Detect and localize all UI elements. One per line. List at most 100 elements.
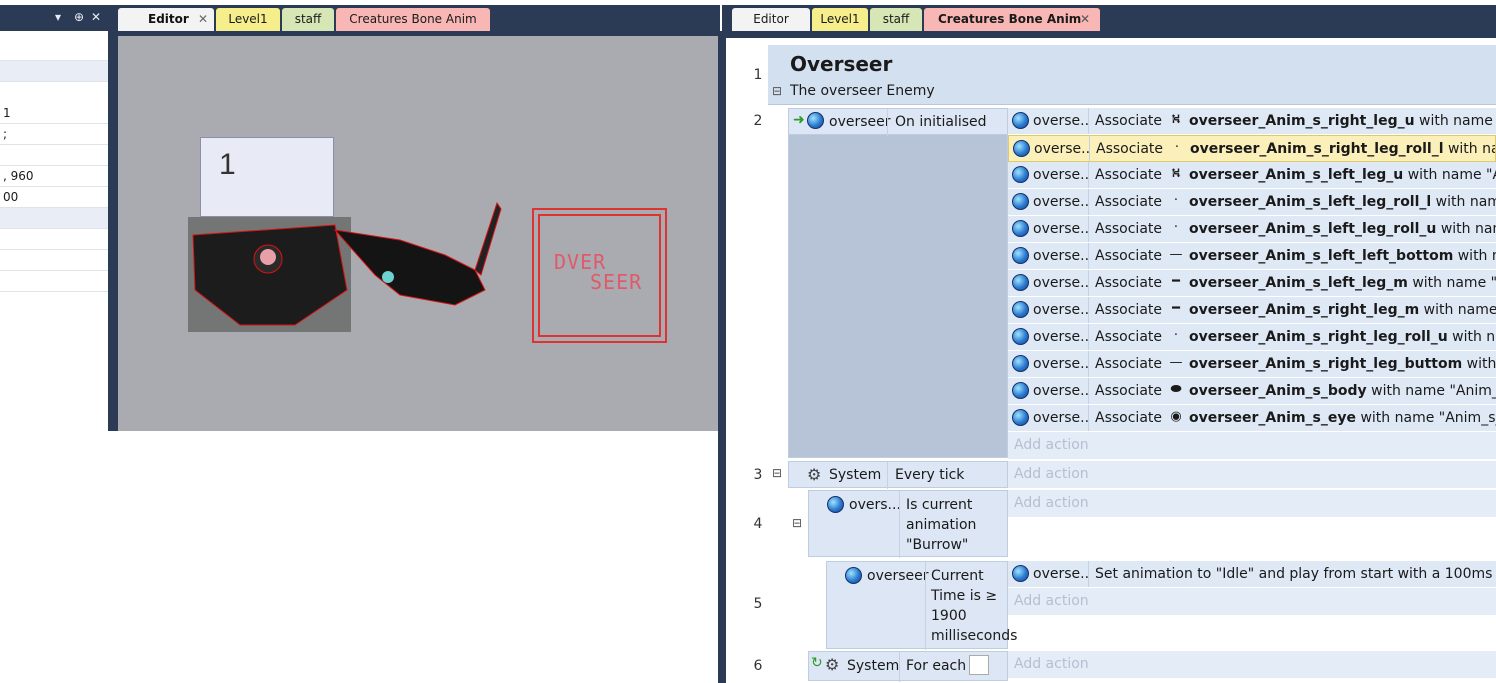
action-object: overse... — [1033, 221, 1088, 237]
overseer-globe-icon — [1012, 220, 1029, 237]
condition-text: Time is ≥ — [931, 588, 998, 604]
collapse-icon[interactable]: ⊟ — [772, 84, 782, 98]
action-object: overse... — [1033, 113, 1088, 129]
sprite-thumbnail-icon: · — [1173, 193, 1179, 208]
line-number: 5 — [753, 596, 763, 612]
sprite-name: overseer_Anim_s_right_leg_m — [1189, 302, 1420, 318]
tab-staff-right[interactable]: staff — [870, 8, 922, 31]
line-number: 1 — [753, 67, 763, 83]
collapse-icon[interactable]: ⊟ — [772, 466, 782, 480]
event-4-condition[interactable]: overs... Is current animation "Burrow" — [808, 490, 1008, 558]
overseer-globe-icon — [1012, 565, 1029, 582]
tab-staff-left[interactable]: staff — [282, 8, 334, 31]
property-category[interactable] — [0, 208, 108, 229]
property-row[interactable]: , 960 — [0, 166, 108, 187]
action-row[interactable]: overse... Associate ⛕ overseer_Anim_s_left_… — [1008, 162, 1496, 189]
sprite-name: overseer_Anim_s_body — [1189, 383, 1367, 399]
action-row[interactable]: overse... Associate ◉ overseer_Anim_s_eye w… — [1008, 405, 1496, 432]
pin-icon[interactable]: ⊕ — [74, 10, 84, 24]
close-icon[interactable]: ✕ — [198, 8, 208, 31]
overseer-sign-object[interactable]: DVER SEER — [532, 208, 667, 343]
loop-icon: ↻ — [811, 655, 823, 671]
event-5-condition[interactable]: overseer Current Time is ≥ 1900 millisec… — [826, 561, 1017, 650]
condition-text: animation — [906, 517, 977, 533]
condition-text: On initialised — [895, 114, 987, 130]
action-row[interactable]: overse... Set animation to "Idle" and pla… — [1008, 561, 1496, 588]
action-object: overse... — [1033, 275, 1088, 291]
tab-level1-right[interactable]: Level1 — [812, 8, 868, 31]
overseer-globe-icon — [807, 112, 824, 129]
action-row[interactable]: overse... Associate · overseer_Anim_s_left_… — [1008, 216, 1496, 243]
tab-creatures-right[interactable]: Creatures Bone Anim ✕ — [924, 8, 1100, 31]
tab-level1-left[interactable]: Level1 — [216, 8, 280, 31]
property-row[interactable] — [0, 229, 108, 250]
sprite-thumbnail-icon: ◉ — [1170, 409, 1182, 424]
text-object-value: 1 — [219, 148, 236, 181]
collapse-icon[interactable]: ⊟ — [792, 516, 802, 530]
add-action-link[interactable]: Add action — [1008, 490, 1496, 517]
action-tail: with name — [1452, 329, 1496, 345]
action-tail: with name "Ani — [1419, 113, 1496, 129]
action-verb: Associate — [1095, 221, 1162, 237]
condition-object: overseer — [867, 568, 929, 584]
condition-text: milliseconds — [931, 628, 1018, 644]
property-row[interactable]: 00 — [0, 187, 108, 208]
condition-text: Every tick — [895, 467, 965, 483]
divider — [899, 652, 900, 682]
overseer-globe-icon — [1012, 328, 1029, 345]
sprite-name: overseer_Anim_s_right_leg_roll_l — [1190, 141, 1444, 157]
action-row[interactable]: overse... Associate · overseer_Anim_s_left_… — [1008, 189, 1496, 216]
action-tail: with name "Anir — [1412, 275, 1496, 291]
overseer-globe-icon — [845, 567, 862, 584]
add-action-link[interactable]: Add action — [1008, 461, 1496, 488]
action-verb: Associate — [1096, 141, 1163, 157]
condition-text: For each — [906, 658, 967, 674]
sprite-name: overseer_Anim_s_left_leg_roll_u — [1189, 221, 1437, 237]
sprite-thumbnail-icon: ━ — [1172, 274, 1180, 289]
action-row[interactable]: overse... Associate ━ overseer_Anim_s_left_… — [1008, 270, 1496, 297]
tab-editor-right[interactable]: Editor — [732, 8, 810, 31]
close-icon[interactable]: ✕ — [91, 10, 101, 24]
close-icon[interactable]: ✕ — [1080, 8, 1090, 31]
action-row-selected[interactable]: overse... Associate · overseer_Anim_s_right… — [1008, 135, 1496, 162]
action-row[interactable]: overse... Associate — overseer_Anim_s_right… — [1008, 351, 1496, 378]
action-row[interactable]: overse... Associate ⛕ overseer_Anim_s_right… — [1008, 108, 1496, 135]
tab-editor-left[interactable]: Editor ✕ — [118, 8, 214, 31]
event-6-condition[interactable]: ↻ ⚙ System For each — [808, 651, 1008, 682]
property-row[interactable] — [0, 271, 108, 292]
condition-text: "Burrow" — [906, 537, 969, 553]
sprite-thumbnail-icon: · — [1173, 220, 1179, 235]
add-action-link[interactable]: Add action — [1008, 651, 1496, 678]
action-row[interactable]: overse... Associate — overseer_Anim_s_left_… — [1008, 243, 1496, 270]
action-object: overse... — [1033, 194, 1088, 210]
event-group-overseer[interactable]: Overseer ⊟ The overseer Enemy — [768, 45, 1496, 105]
add-action-link[interactable]: Add action — [1008, 588, 1496, 615]
property-row[interactable] — [0, 250, 108, 271]
property-row[interactable] — [0, 145, 108, 166]
sign-text-line2: SEER — [590, 270, 643, 294]
overseer-sprite[interactable] — [185, 195, 505, 335]
property-category[interactable] — [0, 61, 108, 82]
action-row[interactable]: overse... Associate · overseer_Anim_s_right… — [1008, 324, 1496, 351]
line-number: 3 — [753, 467, 763, 483]
action-row[interactable]: overse... Associate ⬬ overseer_Anim_s_body … — [1008, 378, 1496, 405]
group-description: The overseer Enemy — [790, 83, 935, 99]
action-verb: Associate — [1095, 194, 1162, 210]
sprite-thumbnail-icon: · — [1173, 328, 1179, 343]
event-3-condition[interactable]: ⚙ System Every tick — [788, 461, 1008, 489]
action-verb: Associate — [1095, 329, 1162, 345]
action-tail: with name " — [1447, 141, 1495, 157]
dropdown-icon[interactable]: ▾ — [55, 10, 61, 24]
tab-creatures-left[interactable]: Creatures Bone Anim — [336, 8, 490, 31]
sprite-thumbnail-icon: ⛕ — [1171, 112, 1181, 127]
action-verb: Associate — [1095, 113, 1162, 129]
event-2-condition[interactable]: ➜ overseer On initialised — [788, 108, 1008, 136]
action-row[interactable]: overse... Associate ━ overseer_Anim_s_right… — [1008, 297, 1496, 324]
property-row[interactable]: ; — [0, 124, 108, 145]
add-action-link[interactable]: Add action — [1008, 432, 1496, 459]
condition-text: Is current — [906, 497, 973, 513]
property-row[interactable]: 1 — [0, 103, 108, 124]
event-2-condition-block[interactable] — [788, 108, 1008, 458]
overseer-globe-icon — [1012, 355, 1029, 372]
property-row[interactable] — [0, 40, 108, 61]
